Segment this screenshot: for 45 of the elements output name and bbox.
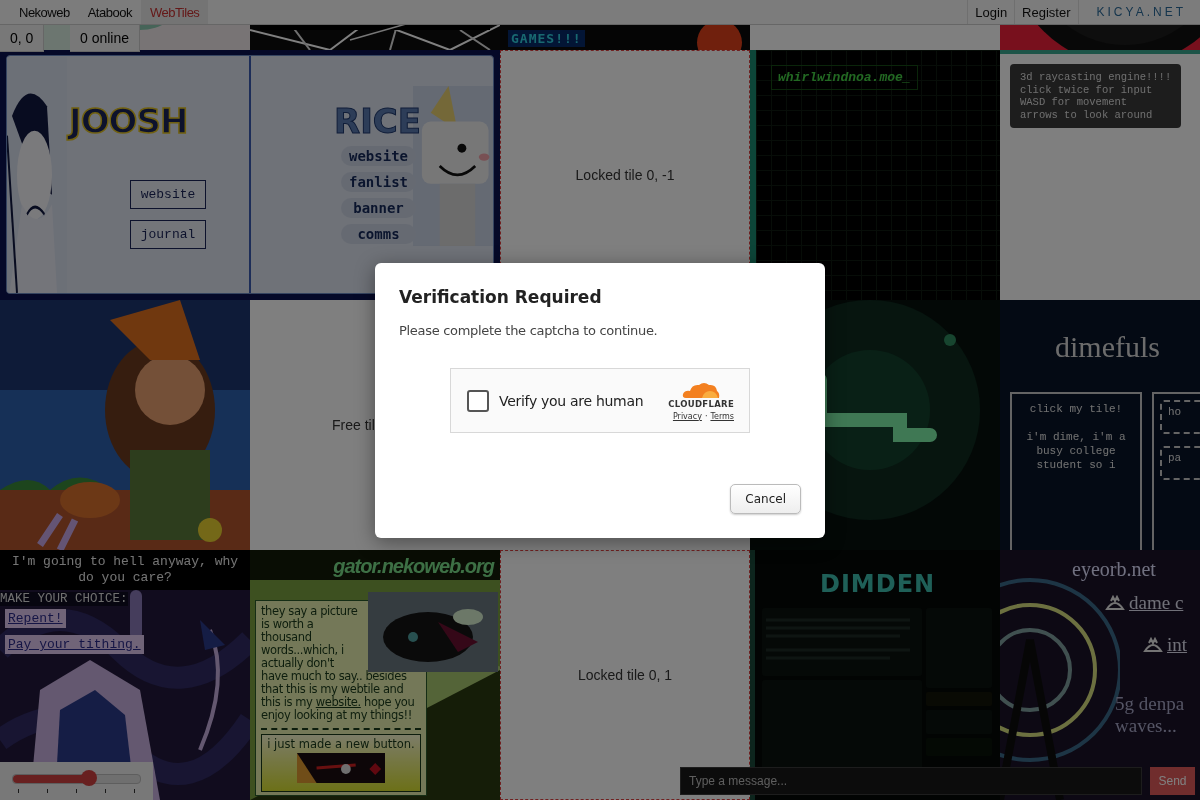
coordinates-badge: 0, 0	[0, 25, 45, 52]
site-link[interactable]: website	[341, 146, 416, 166]
intro-line: busy college	[1035, 444, 1117, 458]
account-link[interactable]: Register	[1014, 0, 1078, 24]
choice-link[interactable]: Repent!	[5, 609, 66, 628]
site-title: whirlwindnoa.moe_	[771, 65, 918, 90]
site-link[interactable]: website	[130, 180, 206, 209]
intro-line: student so i	[1035, 458, 1117, 472]
choice-link[interactable]: Pay your tithing.	[5, 635, 144, 654]
online-count: 0 online	[70, 25, 141, 52]
intro-line: click my tile!	[1028, 402, 1124, 416]
link-box[interactable]: ho	[1160, 400, 1200, 434]
quote-text: I'm going to hell anyway, why do you care?	[0, 550, 250, 590]
tile-label: Locked tile 0, -1	[575, 167, 675, 183]
site-link[interactable]: fanlist	[341, 172, 416, 192]
privacy-link[interactable]: Privacy	[672, 411, 702, 421]
site-link[interactable]: comms	[341, 224, 416, 244]
site-link[interactable]: journal	[130, 220, 206, 249]
nav-link[interactable]: WebTiles	[140, 0, 209, 24]
link-separator: ·	[704, 411, 708, 421]
caption-text: 5g denpa waves...	[1115, 693, 1185, 737]
link-box[interactable]: pa	[1160, 446, 1200, 480]
tile-title: RICE	[334, 101, 421, 141]
nav-link[interactable]: Nekoweb	[10, 0, 79, 24]
terms-link[interactable]: Terms	[710, 411, 734, 421]
send-button[interactable]: Send	[1150, 767, 1195, 795]
site-title: eyeorb.net	[1072, 558, 1156, 581]
tile-title: dimefuls	[1055, 330, 1160, 364]
account-link[interactable]: Login	[967, 0, 1015, 24]
tile-label: Locked tile 0, 1	[577, 667, 673, 683]
site-link[interactable]: int	[1167, 634, 1188, 656]
brand-logo[interactable]: KICYA.NET	[1077, 0, 1200, 24]
tile-title: JOOSH	[69, 101, 188, 141]
info-note: 3d raycasting engine!!!! click twice for input WASD for movement arrows to look around	[1010, 64, 1182, 128]
site-link[interactable]: banner	[341, 198, 416, 218]
tile-label: Free til	[332, 417, 375, 433]
dialog-title: Verification Required	[399, 287, 603, 307]
site-link[interactable]: dame c	[1129, 592, 1184, 614]
dialog-message: Please complete the captcha to continue.	[399, 323, 659, 338]
prompt-text: MAKE YOUR CHOICE:	[0, 592, 128, 606]
games-label: GAMES!!!	[508, 30, 585, 47]
intro-line: i'm dime, i'm a	[1025, 430, 1127, 444]
nav-link[interactable]: Atabook	[78, 0, 141, 24]
brand-name: CLOUDFLARE	[668, 398, 734, 409]
captcha-label: Verify you are human	[499, 392, 645, 409]
